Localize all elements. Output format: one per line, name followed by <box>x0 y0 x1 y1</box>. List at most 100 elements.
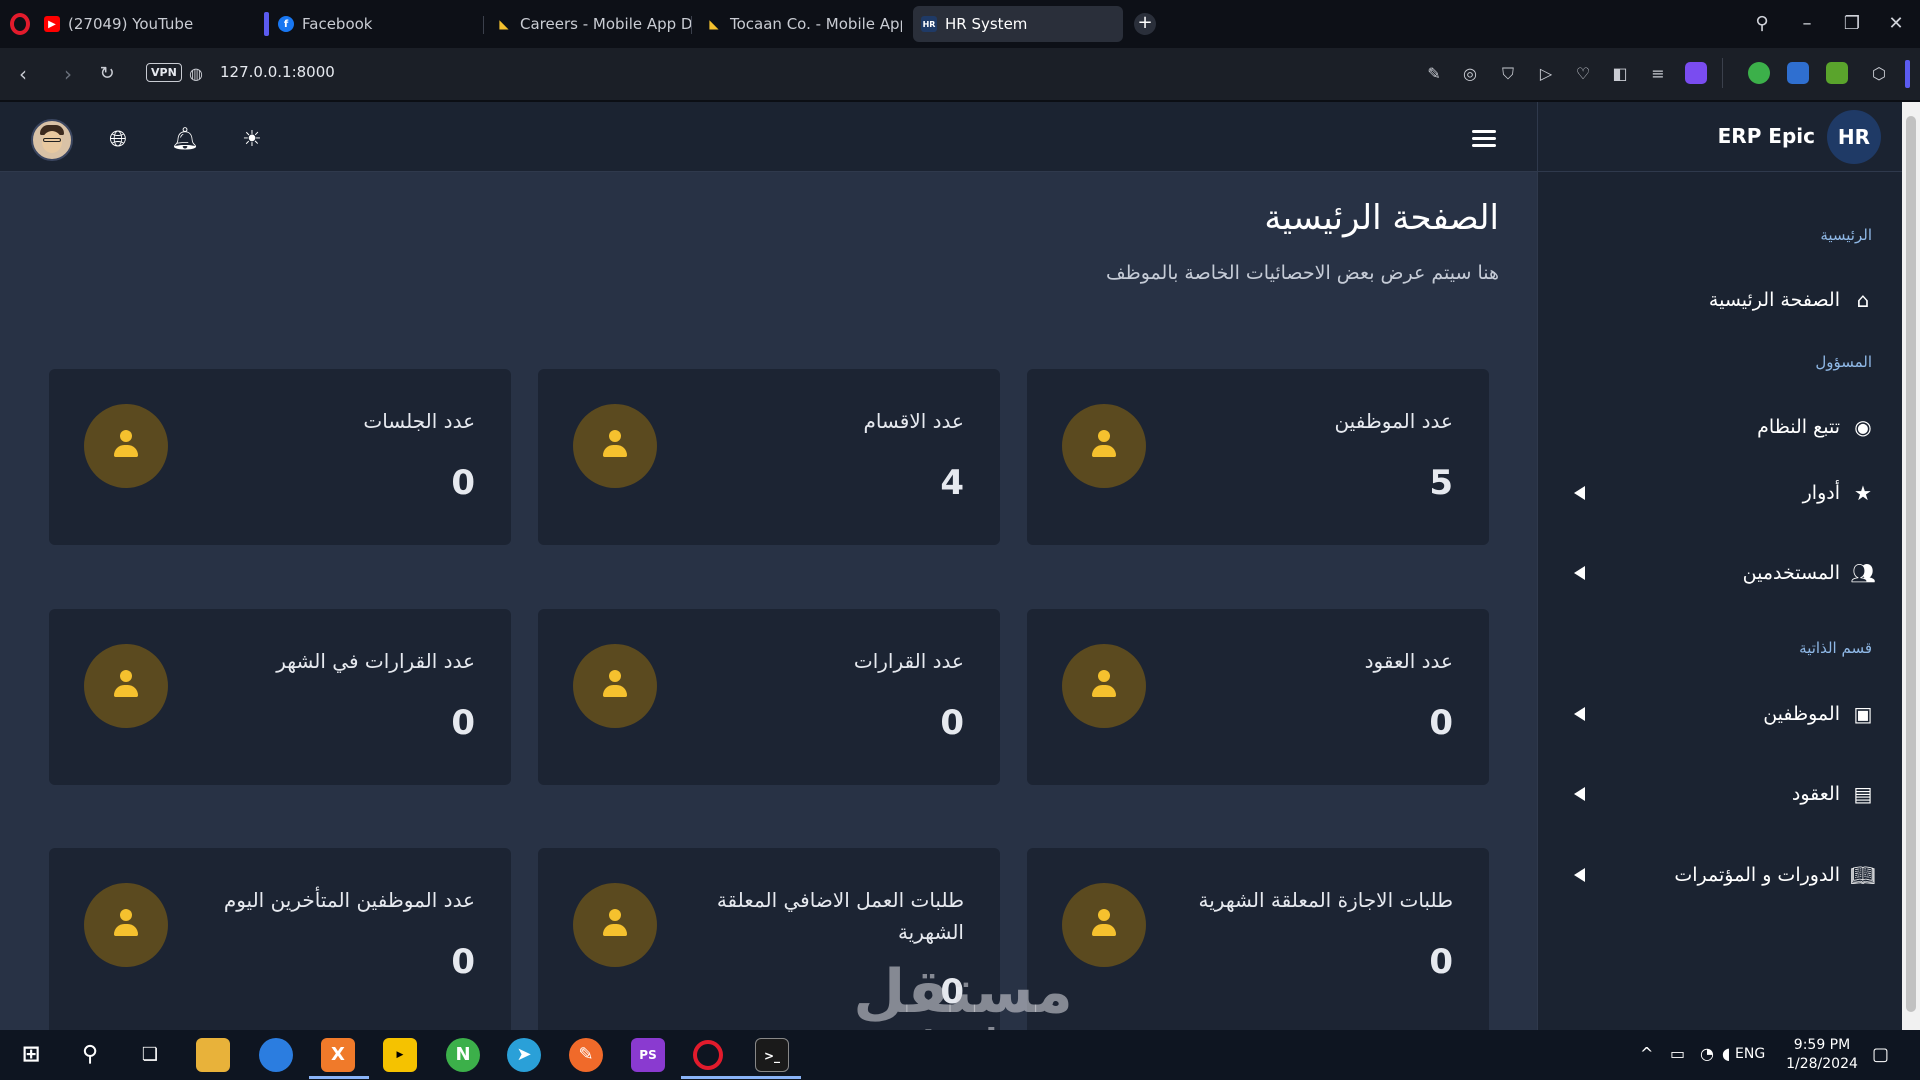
stat-card-contracts[interactable]: عدد العقود 0 <box>1027 609 1489 785</box>
sidebar: HR ERP Epic الرئيسية ⌂ الصفحة الرئيسية ا… <box>1537 102 1902 1030</box>
page-icon: ◣ <box>709 17 719 31</box>
user-icon <box>84 883 168 967</box>
globe-icon[interactable]: ◍ <box>183 61 209 87</box>
xampp-icon[interactable]: X <box>321 1038 355 1072</box>
stat-card-late-employees[interactable]: عدد الموظفين المتأخرين اليوم 0 <box>49 848 511 1030</box>
avatar[interactable] <box>31 119 73 161</box>
theme-sun-icon[interactable]: ☀ <box>238 126 266 154</box>
users-icon: 👥︎ <box>1850 561 1876 585</box>
stat-title: عدد الاقسام <box>863 409 964 433</box>
phpstorm-icon[interactable]: PS <box>631 1038 665 1072</box>
network-icon[interactable]: ◔ <box>1700 1044 1714 1063</box>
stat-value: 0 <box>451 942 475 982</box>
terminal-icon[interactable]: >_ <box>755 1038 789 1072</box>
tab-facebook[interactable]: f Facebook <box>264 6 484 42</box>
sidebar-item-employees[interactable]: ▣ الموظفين <box>1556 696 1876 732</box>
language-globe-icon[interactable]: 🌐︎ <box>104 126 132 154</box>
fingerprint-icon: ◉ <box>1854 415 1872 439</box>
sidebar-item-users[interactable]: 👥︎ المستخدمين <box>1556 555 1876 591</box>
brand-logo[interactable]: HR <box>1827 110 1881 164</box>
hr-icon: HR <box>921 16 937 32</box>
close-window-button[interactable]: ✕ <box>1884 12 1908 36</box>
stat-value: 0 <box>451 703 475 743</box>
search-tabs-icon[interactable]: ⚲ <box>1750 12 1774 36</box>
volume-icon[interactable]: ◖ <box>1722 1044 1730 1063</box>
brand-name[interactable]: ERP Epic <box>1718 124 1815 148</box>
extensions-cube-icon[interactable]: ⬡ <box>1866 61 1892 87</box>
url-field[interactable]: 127.0.0.1:8000 <box>220 63 335 81</box>
tray-chevron-icon[interactable]: ^ <box>1640 1044 1653 1063</box>
notifications-icon[interactable]: ▢ <box>1872 1044 1889 1065</box>
stat-card-employees[interactable]: عدد الموظفين 5 <box>1027 369 1489 545</box>
stat-value: 0 <box>1429 703 1453 743</box>
sidebar-toggle-icon[interactable]: ◧ <box>1607 61 1633 87</box>
stat-title: عدد القرارات في الشهر <box>276 649 475 673</box>
youtube-icon: ▶ <box>44 16 60 32</box>
camera-icon[interactable]: ◎ <box>1457 61 1483 87</box>
task-view-icon[interactable]: ❏ <box>133 1038 167 1072</box>
forward-icon[interactable]: › <box>55 61 81 87</box>
heart-icon[interactable]: ♡ <box>1570 61 1596 87</box>
id-badge-icon: ▣ <box>1853 702 1873 726</box>
new-tab-button[interactable]: + <box>1134 13 1156 35</box>
tab-youtube[interactable]: ▶ (27049) YouTube <box>44 6 244 42</box>
translate-extension-icon[interactable] <box>1787 62 1809 84</box>
page-subtitle: هنا سيتم عرض بعض الاحصائيات الخاصة بالمو… <box>1105 262 1499 284</box>
play-icon[interactable]: ▷ <box>1533 61 1559 87</box>
sidebar-item-courses[interactable]: 📖︎ الدورات و المؤتمرات <box>1556 857 1876 893</box>
minimize-button[interactable]: – <box>1795 12 1819 36</box>
profile-icon[interactable] <box>1685 62 1707 84</box>
user-icon <box>1062 883 1146 967</box>
opera-taskbar-icon[interactable] <box>693 1040 723 1070</box>
sidebar-item-roles[interactable]: ★ أدوار <box>1556 475 1876 511</box>
app-viewport: 🌐︎ 🔔︎ ☀ HR ERP Epic الرئيسية ⌂ الصفحة ال… <box>0 102 1902 1030</box>
file-explorer-icon[interactable] <box>196 1038 230 1072</box>
shield-icon[interactable]: ⛉ <box>1495 61 1521 87</box>
menu-toggle-icon[interactable] <box>1472 130 1496 148</box>
scrollbar-thumb[interactable] <box>1906 116 1916 1012</box>
postman-icon[interactable]: ✎ <box>569 1038 603 1072</box>
stat-card-pending-leave[interactable]: طلبات الاجازة المعلقة الشهرية 0 <box>1027 848 1489 1030</box>
windows-start-icon[interactable]: ⊞ <box>14 1038 48 1072</box>
sidebar-item-home[interactable]: ⌂ الصفحة الرئيسية <box>1556 282 1876 318</box>
sidebar-item-system-tracking[interactable]: ◉ تتبع النظام <box>1556 409 1876 445</box>
edge-icon[interactable] <box>259 1038 293 1072</box>
battery-icon[interactable]: ▭ <box>1670 1044 1685 1063</box>
tab-careers[interactable]: ◣ Careers - Mobile App Dev <box>496 6 692 42</box>
tab-tocaan[interactable]: ◣ Tocaan Co. - Mobile App I <box>706 6 902 42</box>
user-icon <box>84 404 168 488</box>
browser-tab-bar: ▶ (27049) YouTube f Facebook ◣ Careers -… <box>0 0 1920 48</box>
stat-title: عدد العقود <box>1364 649 1453 673</box>
stat-value: 4 <box>940 463 964 503</box>
book-icon: 📖︎ <box>1850 863 1876 887</box>
vpn-badge[interactable]: VPN <box>146 63 182 82</box>
user-icon <box>573 644 657 728</box>
clock[interactable]: 9:59 PM 1/28/2024 <box>1772 1036 1872 1074</box>
notification-bell-icon[interactable]: 🔔︎ <box>171 126 199 154</box>
easy-setup-icon[interactable]: ≡ <box>1645 61 1671 87</box>
stat-card-departments[interactable]: عدد الاقسام 4 <box>538 369 1000 545</box>
stat-value: 0 <box>940 972 964 1012</box>
stat-card-pending-overtime[interactable]: طلبات العمل الاضافي المعلقة الشهرية 0 <box>538 848 1000 1030</box>
language-indicator[interactable]: ENG <box>1735 1046 1765 1062</box>
stat-card-monthly-decisions[interactable]: عدد القرارات في الشهر 0 <box>49 609 511 785</box>
page-scrollbar[interactable] <box>1902 102 1920 1030</box>
search-icon[interactable]: ⚲ <box>73 1038 107 1072</box>
telegram-icon[interactable]: ➤ <box>507 1038 541 1072</box>
extension-n-icon[interactable] <box>1748 62 1770 84</box>
tab-hr-system[interactable]: HR HR System <box>913 6 1123 42</box>
media-player-icon[interactable]: ▶ <box>383 1038 417 1072</box>
back-icon[interactable]: ‹ <box>10 61 36 87</box>
reload-icon[interactable]: ↻ <box>94 61 120 87</box>
stat-title: طلبات العمل الاضافي المعلقة الشهرية <box>716 888 964 944</box>
sidebar-section-hr: قسم الذاتية <box>1799 639 1872 657</box>
sidebar-item-contracts[interactable]: ▤ العقود <box>1556 776 1876 812</box>
share-icon[interactable]: ✎ <box>1421 61 1447 87</box>
node-icon[interactable]: N <box>446 1038 480 1072</box>
download-extension-icon[interactable] <box>1826 62 1848 84</box>
stat-title: عدد الجلسات <box>363 409 475 433</box>
opera-logo-icon[interactable] <box>10 13 30 35</box>
stat-card-sessions[interactable]: عدد الجلسات 0 <box>49 369 511 545</box>
stat-card-decisions[interactable]: عدد القرارات 0 <box>538 609 1000 785</box>
maximize-button[interactable]: ❐ <box>1840 12 1864 36</box>
